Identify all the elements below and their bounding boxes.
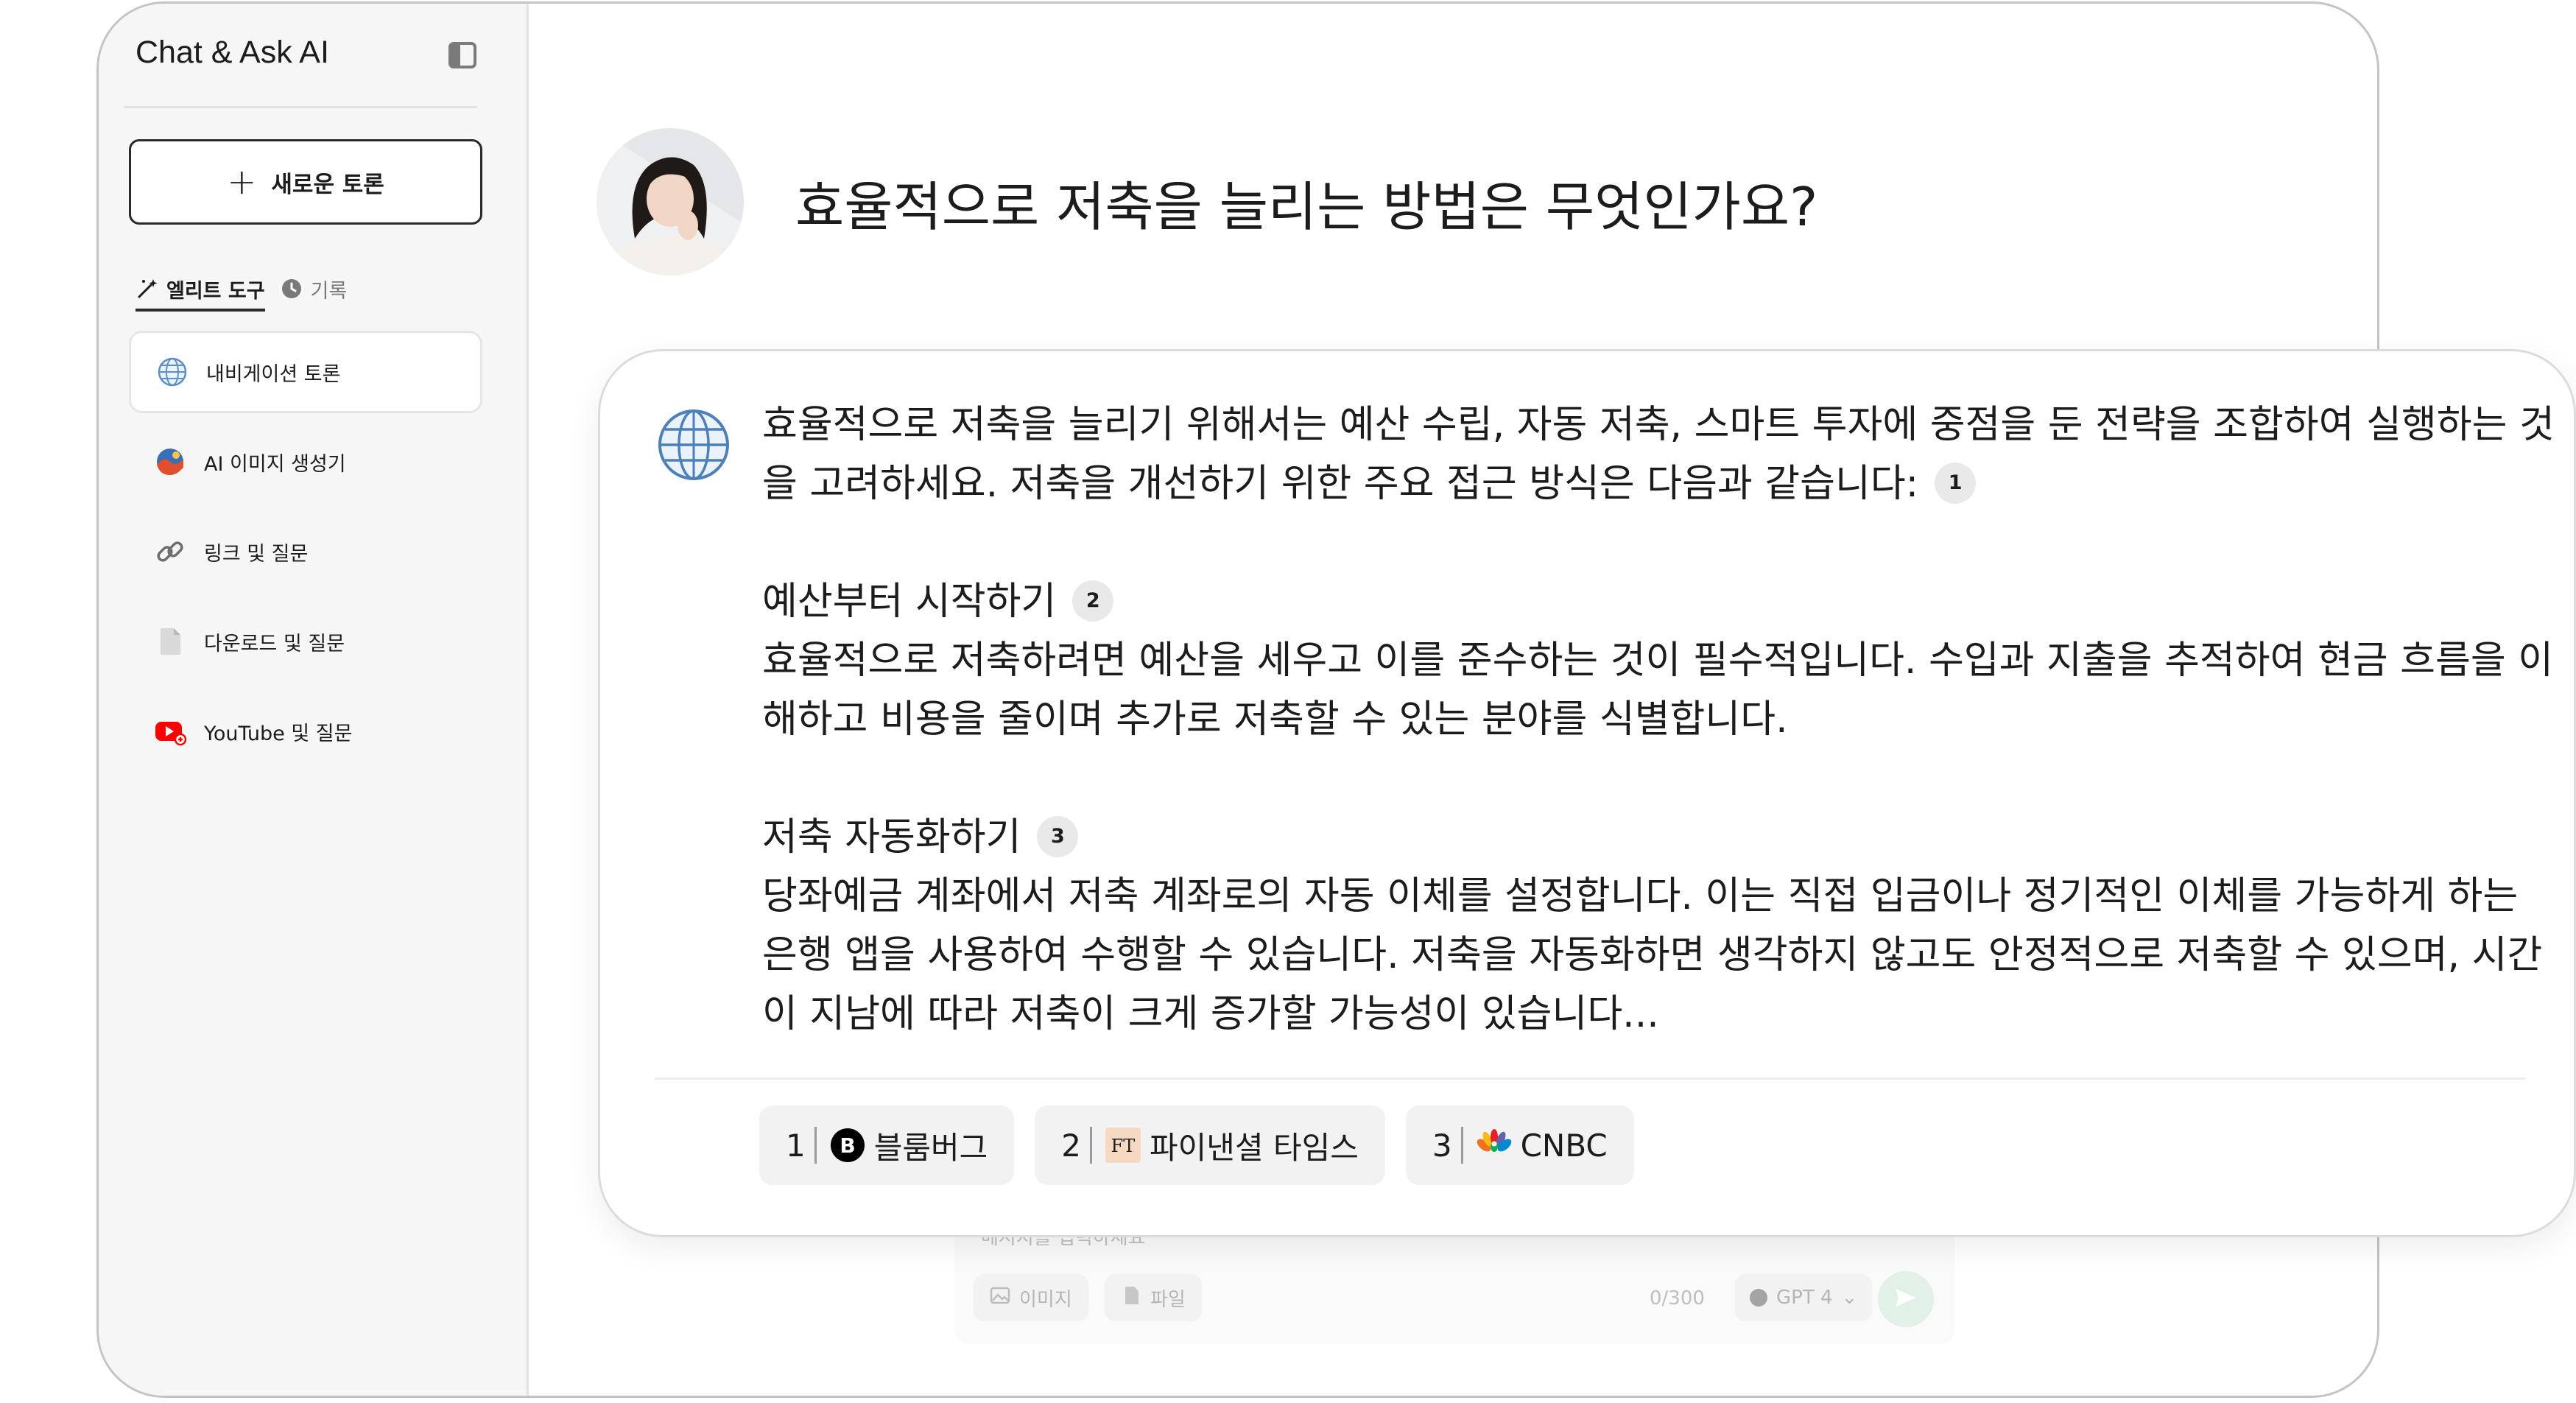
clock-icon [280,277,303,300]
source-chip[interactable]: 1 B 블룸버그 [759,1105,1015,1185]
model-label: GPT 4 [1776,1287,1833,1309]
tab-elite-tools-label: 엘리트 도구 [166,279,265,303]
svg-text:FT: FT [1111,1136,1136,1156]
section-body: 효율적으로 저축하려면 예산을 세우고 이를 준수하는 것이 필수적입니다. 수… [762,639,2554,742]
image-generator-icon [154,446,186,478]
source-chip[interactable]: 2 FT 파이낸셜 타임스 [1035,1105,1385,1185]
answer-text: 효율적으로 저축을 늘리기 위해서는 예산 수립, 자동 저축, 스마트 투자에… [762,395,2559,1044]
globe-icon [656,407,731,482]
source-name: 파이낸셜 타임스 [1150,1129,1359,1166]
svg-text:B: B [840,1133,855,1158]
source-name: 블룸버그 [873,1129,988,1166]
answer-card: 효율적으로 저축을 늘리기 위해서는 예산 수립, 자동 저축, 스마트 투자에… [598,349,2576,1237]
section-heading: 예산부터 시작하기 2 [762,572,2559,631]
answer-intro-text: 효율적으로 저축을 늘리기 위해서는 예산 수립, 자동 저축, 스마트 투자에… [762,403,2555,506]
sidebar-item-youtube-and-question[interactable]: YouTube 및 질문 [129,690,482,773]
youtube-icon [154,715,187,748]
source-name: CNBC [1520,1127,1608,1164]
model-icon [1750,1289,1767,1307]
source-list: 1 B 블룸버그 2 FT 파이낸셜 타임스 3 CNBC [759,1105,1634,1185]
tool-list: 내비게이션 토론 AI 이미지 생성기 링크 및 질문 다운로드 및 질문 Yo… [129,331,482,780]
attach-file-label: 파일 [1150,1288,1186,1311]
sidebar-item-label: AI 이미지 생성기 [204,452,346,476]
attach-image-button[interactable]: 이미지 [974,1274,1088,1321]
plus-icon: + [227,161,257,203]
sidebar-item-label: 링크 및 질문 [204,542,309,566]
source-separator [814,1127,817,1164]
tab-history[interactable]: 기록 [280,266,348,312]
file-icon [1121,1285,1141,1311]
source-separator [1090,1127,1093,1164]
citation-badge[interactable]: 1 [1935,463,1977,504]
attach-image-label: 이미지 [1019,1288,1072,1311]
user-question: 효율적으로 저축을 늘리는 방법은 무엇인가요? [795,176,1818,238]
sidebar-item-label: YouTube 및 질문 [204,722,353,745]
source-number: 2 [1061,1127,1082,1164]
source-chip[interactable]: 3 CNBC [1405,1105,1634,1185]
new-discussion-label: 새로운 토론 [271,171,384,198]
bloomberg-logo-icon: B [830,1128,865,1163]
app-title: Chat & Ask AI [136,35,329,70]
chevron-down-icon: ⌄ [1841,1287,1858,1309]
sidebar-item-label: 내비게이션 토론 [206,362,341,386]
answer-intro: 효율적으로 저축을 늘리기 위해서는 예산 수립, 자동 저축, 스마트 투자에… [762,395,2559,513]
source-number: 1 [786,1127,806,1164]
tab-history-label: 기록 [310,279,348,303]
sidebar-toggle-icon[interactable] [448,41,477,70]
attach-file-button[interactable]: 파일 [1105,1274,1202,1321]
sidebar-tabs: 엘리트 도구 기록 [136,266,347,312]
send-icon [1891,1283,1921,1315]
source-number: 3 [1432,1127,1452,1164]
user-avatar [597,128,744,275]
character-counter: 0/300 [1650,1287,1705,1309]
link-icon [154,535,186,568]
citation-badge[interactable]: 2 [1072,580,1114,622]
new-discussion-button[interactable]: + 새로운 토론 [129,139,482,225]
sources-divider [655,1077,2525,1080]
citation-badge[interactable]: 3 [1037,816,1079,857]
send-button[interactable] [1878,1271,1934,1327]
source-separator [1460,1127,1463,1164]
section-heading-text: 저축 자동화하기 [762,815,1021,859]
section-heading-text: 예산부터 시작하기 [762,580,1057,624]
sidebar: Chat & Ask AI + 새로운 토론 엘리트 도구 기록 내비게이션 토… [99,4,529,1396]
sidebar-item-label: 다운로드 및 질문 [204,632,345,655]
sidebar-divider [124,106,477,108]
image-icon [990,1285,1010,1311]
tab-elite-tools[interactable]: 엘리트 도구 [136,266,265,312]
financial-times-logo-icon: FT [1105,1128,1141,1163]
cnbc-logo-icon [1477,1128,1512,1163]
sidebar-item-download-and-question[interactable]: 다운로드 및 질문 [129,600,482,683]
magic-wand-icon [136,277,159,300]
sidebar-item-navigation-discussion[interactable]: 내비게이션 토론 [129,331,482,413]
model-selector[interactable]: GPT 4 ⌄ [1735,1274,1873,1321]
sidebar-item-ai-image-generator[interactable]: AI 이미지 생성기 [129,421,482,503]
sidebar-item-link-and-question[interactable]: 링크 및 질문 [129,510,482,593]
section-heading: 저축 자동화하기 3 [762,808,2559,867]
globe-icon [156,356,189,388]
section-body: 당좌예금 계좌에서 저축 계좌로의 자동 이체를 설정합니다. 이는 직접 입금… [762,874,2543,1036]
document-icon [154,625,186,658]
